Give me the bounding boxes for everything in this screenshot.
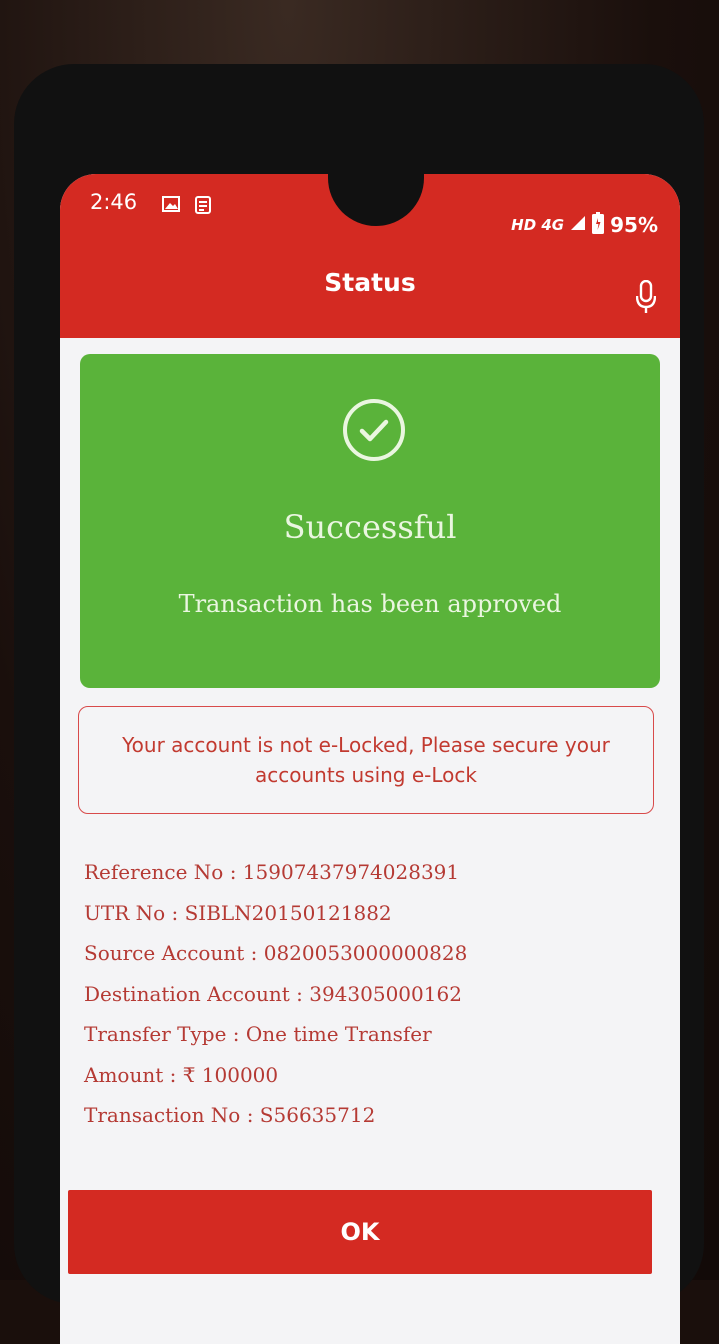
- battery-icon: [592, 212, 605, 238]
- gallery-icon: [162, 196, 180, 212]
- utr-number: UTR No : SIBLN20150121882: [84, 900, 392, 925]
- status-indicators: HD 4G 95%: [511, 212, 658, 238]
- transaction-details: Reference No : 15907437974028391 UTR No …: [84, 860, 644, 1144]
- destination-account: Destination Account : 394305000162: [84, 981, 462, 1006]
- source-account: Source Account : 0820053000000828: [84, 941, 468, 965]
- battery-level: 95%: [610, 213, 658, 237]
- success-message: Transaction has been approved: [178, 590, 562, 618]
- transfer-type: Transfer Type : One time Transfer: [84, 1022, 432, 1046]
- success-card: Successful Transaction has been approved: [80, 354, 660, 688]
- app-header: 2:46 HD 4G 95% Status: [60, 174, 680, 338]
- transaction-number: Transaction No : S56635712: [84, 1103, 376, 1127]
- page-title: Status: [324, 268, 416, 297]
- success-title: Successful: [283, 508, 457, 546]
- reference-number: Reference No : 15907437974028391: [84, 860, 460, 884]
- check-circle-icon: [342, 398, 406, 462]
- network-type: HD 4G: [511, 216, 565, 234]
- app-screen: 2:46 HD 4G 95% Status Successful Transac…: [60, 174, 680, 1344]
- status-time: 2:46: [90, 190, 138, 214]
- phone-frame: 2:46 HD 4G 95% Status Successful Transac…: [14, 64, 704, 1344]
- camera-notch: [328, 174, 424, 226]
- elock-warning[interactable]: Your account is not e-Locked, Please sec…: [78, 706, 654, 814]
- signal-icon: [570, 215, 586, 235]
- news-icon: [194, 196, 212, 214]
- ok-button[interactable]: OK: [68, 1190, 652, 1274]
- amount: Amount : ₹ 100000: [84, 1062, 279, 1087]
- microphone-icon[interactable]: [635, 279, 657, 314]
